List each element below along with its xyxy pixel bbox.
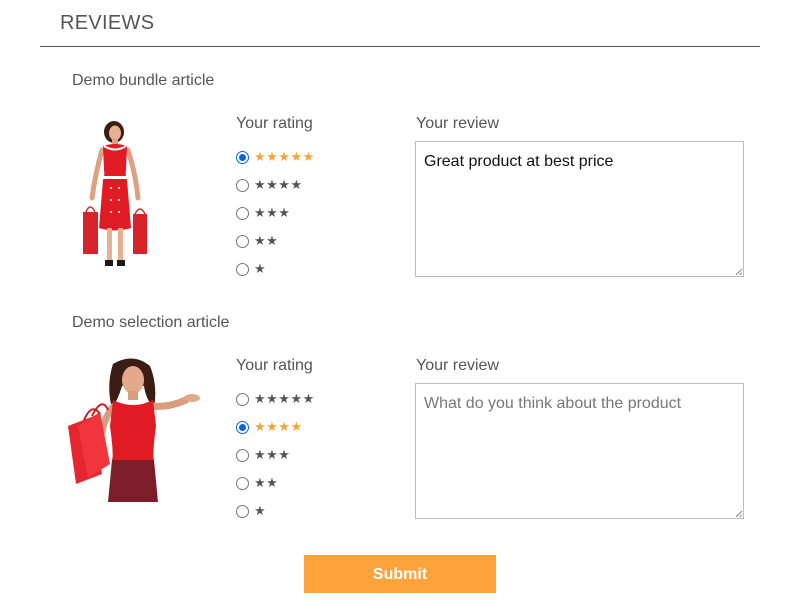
- article-name: Demo selection article: [72, 314, 230, 331]
- product-image: [68, 358, 200, 502]
- star-icons: ★★★: [254, 447, 291, 463]
- star-icons: ★★★★★: [254, 391, 315, 407]
- rating-option-1[interactable]: ★: [236, 497, 315, 525]
- star-icons: ★★★: [254, 205, 291, 221]
- submit-button[interactable]: Submit: [304, 555, 496, 593]
- review-textarea[interactable]: What do you think about the product: [415, 383, 744, 519]
- review-label: Your review: [416, 357, 500, 374]
- radio-button[interactable]: [236, 392, 249, 406]
- review-textarea[interactable]: Great product at best price: [415, 141, 744, 277]
- product-image: [83, 121, 147, 266]
- star-icons: ★★★★: [254, 419, 303, 435]
- radio-button[interactable]: [236, 262, 249, 276]
- rating-label: Your rating: [236, 115, 313, 132]
- title-divider: [40, 46, 760, 47]
- page-title: REVIEWS: [60, 12, 155, 34]
- rating-option-3[interactable]: ★★★: [236, 199, 315, 227]
- radio-button[interactable]: [236, 234, 249, 248]
- rating-option-2[interactable]: ★★: [236, 469, 315, 497]
- radio-button[interactable]: [236, 476, 249, 490]
- rating-label: Your rating: [236, 357, 313, 374]
- radio-button[interactable]: [236, 150, 249, 164]
- rating-options: ★★★★★ ★★★★ ★★★ ★★ ★: [236, 385, 315, 525]
- reviews-page: REVIEWS Demo bundle article Your rating …: [0, 0, 800, 600]
- rating-option-1[interactable]: ★: [236, 255, 315, 283]
- rating-options: ★★★★★ ★★★★ ★★★ ★★ ★: [236, 143, 315, 283]
- radio-button[interactable]: [236, 206, 249, 220]
- article-name: Demo bundle article: [72, 72, 215, 89]
- star-icons: ★: [254, 261, 267, 277]
- rating-option-4[interactable]: ★★★★: [236, 171, 315, 199]
- rating-option-5[interactable]: ★★★★★: [236, 143, 315, 171]
- rating-option-4[interactable]: ★★★★: [236, 413, 315, 441]
- radio-button[interactable]: [236, 504, 249, 518]
- article-review-1: Demo bundle article Your rating ★★★★★ ★★…: [0, 72, 800, 282]
- star-icons: ★: [254, 503, 267, 519]
- article-review-2: Demo selection article Your rating ★★★★★…: [0, 314, 800, 524]
- radio-button[interactable]: [236, 420, 249, 434]
- rating-option-3[interactable]: ★★★: [236, 441, 315, 469]
- rating-option-5[interactable]: ★★★★★: [236, 385, 315, 413]
- rating-option-2[interactable]: ★★: [236, 227, 315, 255]
- radio-button[interactable]: [236, 178, 249, 192]
- star-icons: ★★: [254, 475, 279, 491]
- review-label: Your review: [416, 115, 500, 132]
- radio-button[interactable]: [236, 448, 249, 462]
- star-icons: ★★: [254, 233, 279, 249]
- star-icons: ★★★★★: [254, 149, 315, 165]
- star-icons: ★★★★: [254, 177, 303, 193]
